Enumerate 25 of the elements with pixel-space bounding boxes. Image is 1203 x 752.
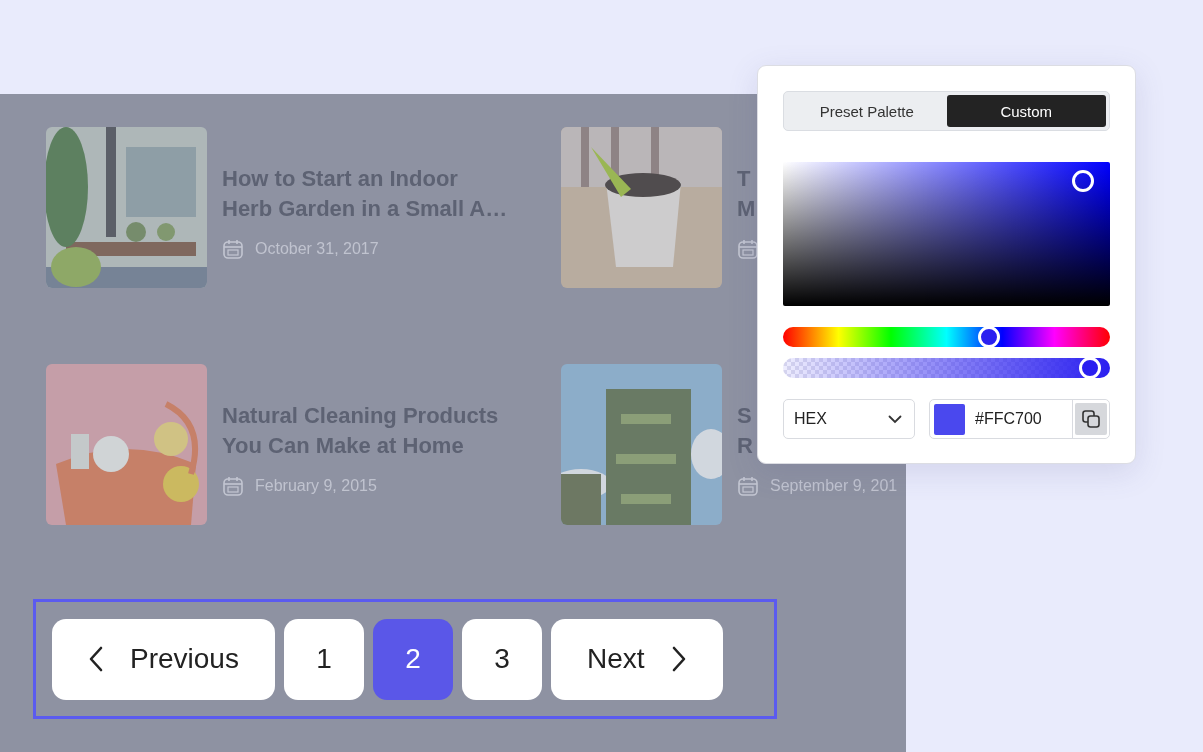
color-swatch [934,403,965,435]
previous-button[interactable]: Previous [52,618,275,700]
tab[interactable]: Preset Palette [787,95,947,127]
page-button[interactable]: 3 [461,618,542,700]
page-button[interactable]: 2 [372,618,453,700]
opacity-slider[interactable] [783,358,1110,378]
slider-thumb[interactable] [1079,357,1102,379]
tab[interactable]: Custom [946,95,1106,127]
copy-icon [1075,403,1107,435]
calendar-icon [222,237,244,260]
color-area[interactable] [783,162,1110,306]
copy-button[interactable] [1072,400,1109,438]
format-dropdown[interactable]: HEX [783,399,915,439]
chevron-down-icon [888,414,902,424]
next-button[interactable]: Next [550,618,723,700]
color-area-handle[interactable] [1072,170,1094,192]
calendar-icon [222,474,244,497]
hue-slider[interactable] [783,327,1110,347]
chevron-left-icon [88,646,104,672]
hex-input-field[interactable]: #FFC700 [929,399,1110,439]
calendar-icon [737,474,759,497]
calendar-icon [737,237,759,260]
chevron-right-icon [670,646,687,672]
slider-thumb[interactable] [978,326,1000,348]
page-button[interactable]: 1 [283,618,364,700]
